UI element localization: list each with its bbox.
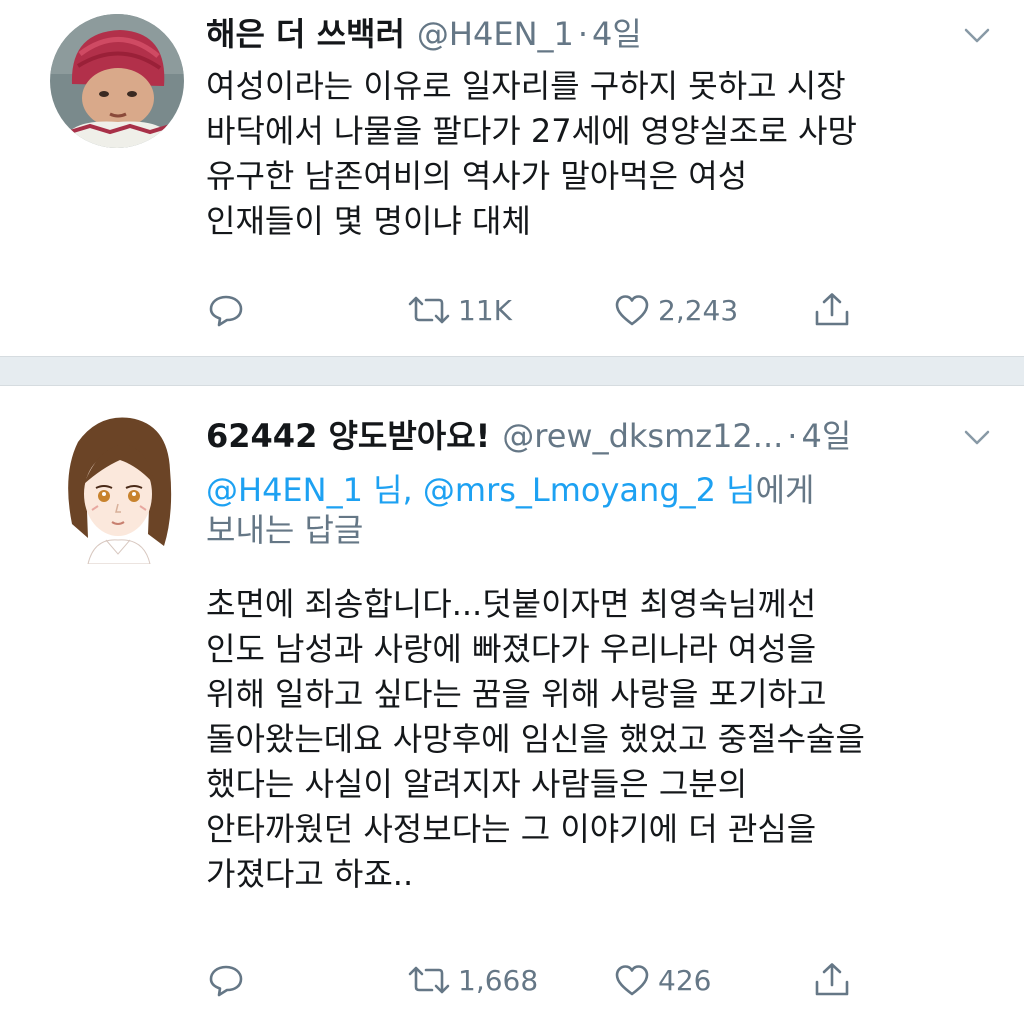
retweet-count: 11K <box>458 293 512 327</box>
like-count: 2,243 <box>658 293 739 327</box>
tweet-text-line: 가졌다고 하죠.. <box>206 855 414 893</box>
share-button[interactable] <box>812 956 852 1004</box>
tweet-text-line: 했다는 사실이 알려지자 사람들은 그분의 <box>206 765 748 803</box>
display-name[interactable]: 62442 양도받아요! <box>206 416 490 456</box>
tweet-text-line: 인재들이 몇 명이냐 대체 <box>206 202 531 240</box>
retweet-button[interactable]: 1,668 <box>406 956 538 1004</box>
reply-label: 보내는 답글 <box>206 511 364 549</box>
timeline-divider <box>0 356 1024 386</box>
tweet-text-line: 안타까웠던 사정보다는 그 이야기에 더 관심을 <box>206 810 817 848</box>
separator-dot: · <box>577 15 589 53</box>
tweet-text-line: 여성이라는 이유로 일자리를 구하지 못하고 시장 <box>206 67 846 105</box>
share-icon <box>812 290 852 330</box>
retweet-button[interactable]: 11K <box>406 286 512 334</box>
tweet-text-line: 위해 일하고 싶다는 꿈을 위해 사랑을 포기하고 <box>206 675 827 713</box>
reply-icon <box>206 960 246 1000</box>
user-handle[interactable]: @rew_dksmz12... <box>502 416 783 456</box>
reply-suffix: 에게 <box>755 471 815 509</box>
tweet-text-line: 유구한 남존여비의 역사가 말아먹은 여성 <box>206 157 748 195</box>
like-icon <box>612 960 652 1000</box>
avatar[interactable] <box>50 14 184 148</box>
tweet-actions: 11K 2,243 <box>206 286 866 334</box>
tweet-text-line: 바닥에서 나물을 팔다가 27세에 영양실조로 사망 <box>206 112 857 150</box>
chevron-down-icon[interactable] <box>960 18 994 52</box>
replying-to: @H4EN_1 님, @mrs_Lmoyang_2 님에게 보내는 답글 <box>206 470 984 550</box>
like-count: 426 <box>658 963 712 997</box>
tweet-text: 여성이라는 이유로 일자리를 구하지 못하고 시장 바닥에서 나물을 팔다가 2… <box>206 64 984 244</box>
retweet-icon <box>406 960 452 1000</box>
timestamp[interactable]: 4일 <box>801 416 851 456</box>
reply-icon <box>206 290 246 330</box>
tweet-header: 62442 양도받아요! @rew_dksmz12... · 4일 <box>206 416 994 456</box>
tweet-text: 초면에 죄송합니다...덧붙이자면 최영숙님께선 인도 남성과 사랑에 빠졌다가… <box>206 582 984 897</box>
reply-button[interactable] <box>206 286 246 334</box>
like-button[interactable]: 2,243 <box>612 286 738 334</box>
separator-dot: · <box>787 417 798 455</box>
like-button[interactable]: 426 <box>612 956 711 1004</box>
mention-link[interactable]: @H4EN_1 님, <box>206 471 413 509</box>
chevron-down-icon[interactable] <box>960 420 994 454</box>
like-icon <box>612 290 652 330</box>
tweet[interactable]: 62442 양도받아요! @rew_dksmz12... · 4일 @H4EN_… <box>0 386 1024 1012</box>
tweet[interactable]: 해은 더 쓰백러 @H4EN_1 · 4일 여성이라는 이유로 일자리를 구하지… <box>0 0 1024 356</box>
retweet-count: 1,668 <box>458 963 539 997</box>
tweet-text-line: 돌아왔는데요 사망후에 임신을 했었고 중절수술을 <box>206 720 865 758</box>
share-button[interactable] <box>812 286 852 334</box>
user-handle[interactable]: @H4EN_1 <box>417 14 574 54</box>
tweet-actions: 1,668 426 <box>206 956 866 1004</box>
display-name[interactable]: 해은 더 쓰백러 <box>206 14 405 54</box>
timestamp[interactable]: 4일 <box>592 14 642 54</box>
share-icon <box>812 960 852 1000</box>
mention-link[interactable]: @mrs_Lmoyang_2 님 <box>423 471 756 509</box>
reply-button[interactable] <box>206 956 246 1004</box>
tweet-text-line: 초면에 죄송합니다...덧붙이자면 최영숙님께선 <box>206 585 817 623</box>
avatar[interactable] <box>58 414 178 565</box>
retweet-icon <box>406 290 452 330</box>
tweet-header: 해은 더 쓰백러 @H4EN_1 · 4일 <box>206 14 994 54</box>
tweet-text-line: 인도 남성과 사랑에 빠졌다가 우리나라 여성을 <box>206 630 817 668</box>
